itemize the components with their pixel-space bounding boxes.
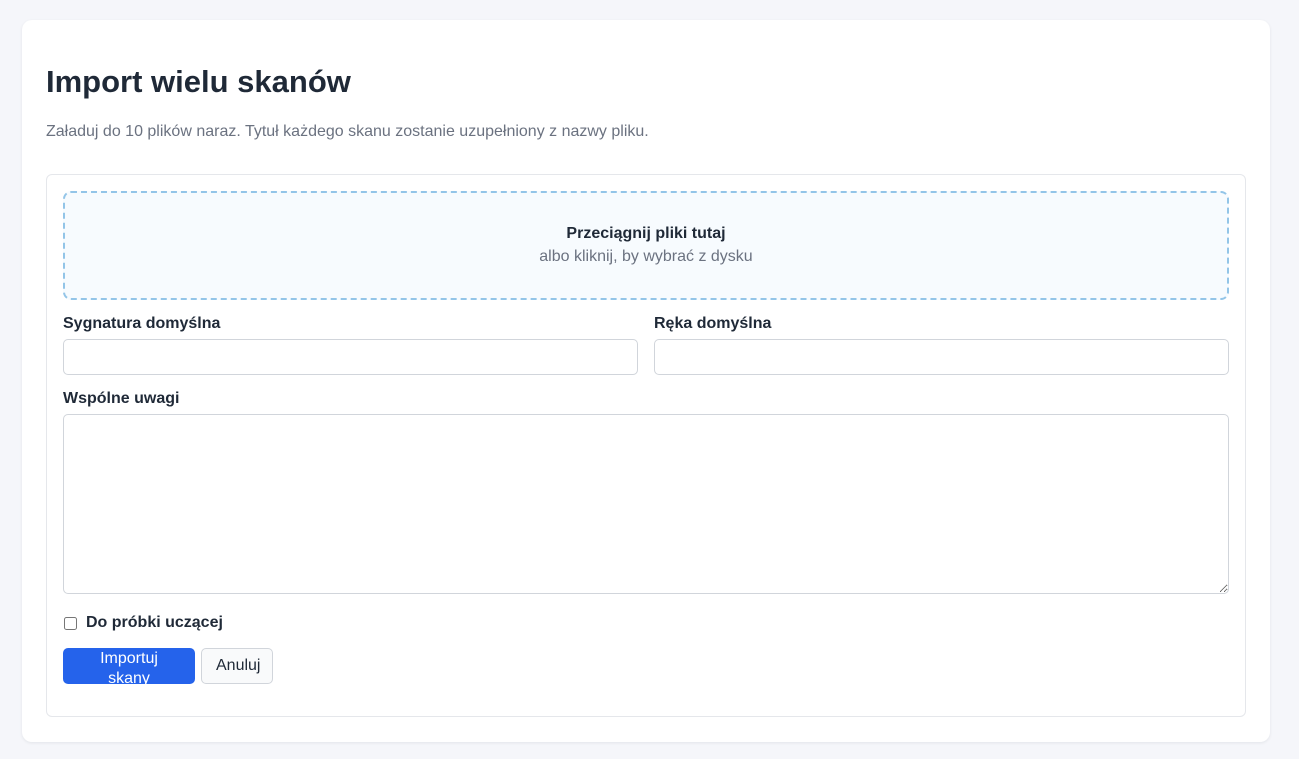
dropzone-title: Przeciągnij pliki tutaj	[566, 225, 726, 242]
hand-label: Ręka domyślna	[654, 315, 772, 332]
import-button[interactable]: Importuj skany	[63, 648, 195, 687]
signature-input[interactable]	[63, 339, 638, 375]
training-sample-label[interactable]: Do próbki uczącej	[86, 613, 223, 633]
cancel-button[interactable]: Anuluj	[201, 648, 273, 684]
dropzone-hint: albo kliknij, by wybrać z dysku	[539, 248, 753, 265]
training-sample-checkbox[interactable]	[64, 616, 77, 630]
file-dropzone[interactable]: Przeciągnij pliki tutaj albo kliknij, by…	[63, 191, 1229, 300]
page-subtitle: Załaduj do 10 plików naraz. Tytuł każdeg…	[46, 123, 649, 140]
notes-textarea[interactable]	[63, 414, 1229, 594]
training-sample-row: Do próbki uczącej	[63, 612, 223, 634]
hand-input[interactable]	[654, 339, 1229, 375]
signature-label: Sygnatura domyślna	[63, 315, 221, 332]
import-card: Import wielu skanów Załaduj do 10 plików…	[22, 20, 1270, 742]
page-title: Import wielu skanów	[46, 64, 351, 99]
import-form: Przeciągnij pliki tutaj albo kliknij, by…	[46, 174, 1246, 717]
notes-label: Wspólne uwagi	[63, 390, 180, 407]
